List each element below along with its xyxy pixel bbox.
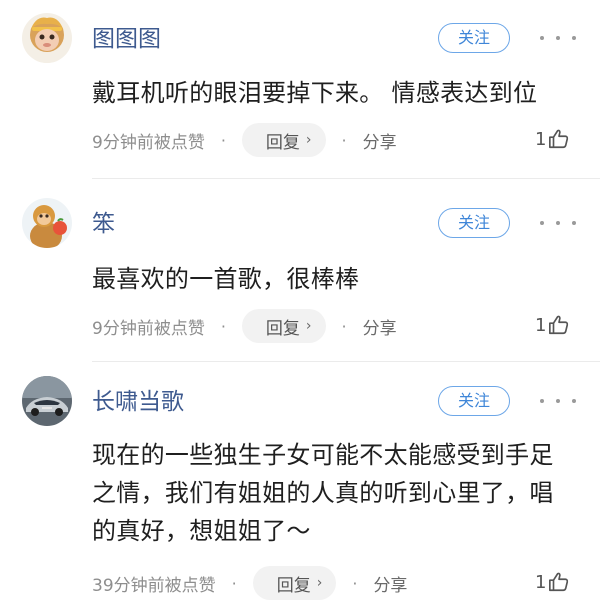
more-icon[interactable] — [540, 395, 576, 407]
like-button[interactable]: 1 — [535, 565, 570, 599]
comment-text: 现在的一些独生子女可能不太能感受到手足之情，我们有姐姐的人真的听到心里了，唱的真… — [92, 441, 554, 545]
avatar[interactable] — [22, 198, 72, 248]
separator-dot: · — [352, 573, 358, 593]
thumbs-up-icon — [549, 315, 569, 335]
reply-label: 回复 — [276, 575, 311, 596]
thumbs-up-icon — [549, 129, 569, 149]
reply-button[interactable]: 回复 › — [252, 566, 337, 600]
follow-button[interactable]: 关注 — [438, 208, 510, 238]
reply-label: 回复 — [265, 318, 300, 339]
username[interactable]: 笨 — [92, 209, 115, 239]
username[interactable]: 图图图 — [92, 24, 161, 54]
like-count: 1 — [535, 571, 547, 593]
chevron-right-icon: › — [316, 575, 323, 591]
reply-label: 回复 — [265, 132, 300, 153]
share-button[interactable]: 分享 — [373, 571, 407, 596]
like-count: 1 — [535, 314, 547, 336]
separator-dot: · — [220, 130, 226, 150]
follow-button[interactable]: 关注 — [438, 386, 510, 416]
share-button[interactable]: 分享 — [363, 314, 397, 339]
like-button[interactable]: 1 — [535, 308, 570, 342]
follow-button[interactable]: 关注 — [438, 23, 510, 53]
comment-meta: 39分钟前被点赞 · 回复 › · 分享 — [92, 566, 407, 600]
chevron-right-icon: › — [305, 318, 312, 334]
like-button[interactable]: 1 — [535, 122, 570, 156]
reply-button[interactable]: 回复 › — [241, 309, 326, 343]
avatar[interactable] — [22, 13, 72, 63]
share-button[interactable]: 分享 — [363, 128, 397, 153]
divider — [92, 361, 600, 362]
avatar[interactable] — [22, 376, 72, 426]
separator-dot: · — [341, 316, 347, 336]
like-count: 1 — [535, 128, 547, 150]
reply-button[interactable]: 回复 › — [241, 123, 326, 157]
separator-dot: · — [341, 130, 347, 150]
separator-dot: · — [220, 316, 226, 336]
more-icon[interactable] — [540, 217, 576, 229]
divider — [92, 178, 600, 179]
more-icon[interactable] — [540, 32, 576, 44]
comment-meta: 9分钟前被点赞 · 回复 › · 分享 — [92, 309, 397, 343]
liked-time: 9分钟前被点赞 — [92, 132, 205, 153]
comment-text: 最喜欢的一首歌，很棒棒 — [92, 265, 360, 293]
thumbs-up-icon — [549, 572, 569, 592]
chevron-right-icon: › — [305, 132, 312, 148]
separator-dot: · — [231, 573, 237, 593]
comment-text: 戴耳机听的眼泪要掉下来。 情感表达到位 — [92, 79, 538, 107]
comment-meta: 9分钟前被点赞 · 回复 › · 分享 — [92, 123, 397, 157]
username[interactable]: 长啸当歌 — [92, 387, 184, 417]
liked-time: 9分钟前被点赞 — [92, 318, 205, 339]
liked-time: 39分钟前被点赞 — [92, 575, 216, 596]
